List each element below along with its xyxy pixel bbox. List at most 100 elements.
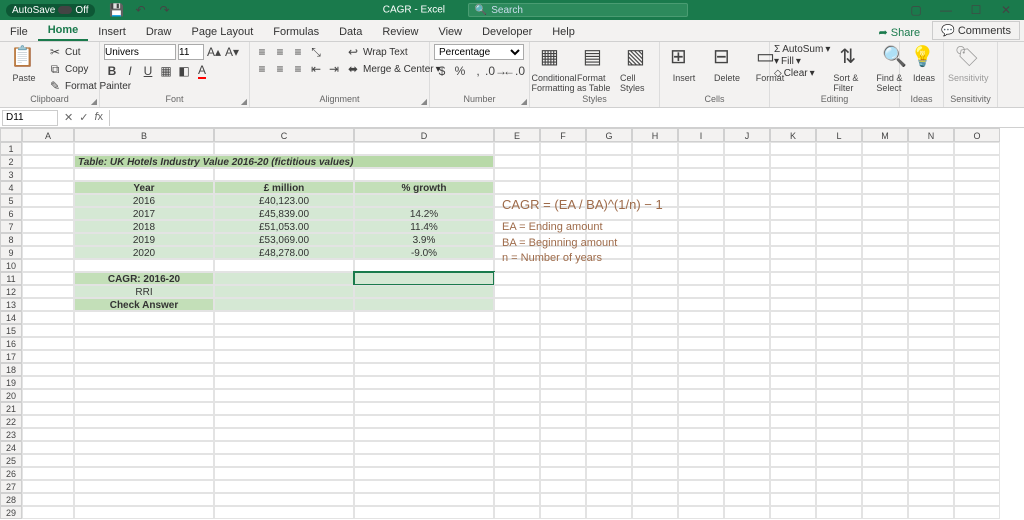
- cell[interactable]: [908, 324, 954, 337]
- cell[interactable]: 14.2%: [354, 207, 494, 220]
- cell[interactable]: [22, 402, 74, 415]
- cell[interactable]: [354, 168, 494, 181]
- cell[interactable]: [494, 181, 540, 194]
- cell[interactable]: [816, 220, 862, 233]
- cell[interactable]: [770, 402, 816, 415]
- sort-filter-button[interactable]: ⇅Sort & Filter: [833, 44, 873, 93]
- ideas-button[interactable]: 💡Ideas: [904, 44, 944, 83]
- cell[interactable]: [74, 259, 214, 272]
- cell[interactable]: [354, 350, 494, 363]
- cell[interactable]: [862, 181, 908, 194]
- cell[interactable]: [816, 428, 862, 441]
- cell[interactable]: [816, 506, 862, 519]
- cell[interactable]: [540, 337, 586, 350]
- cell[interactable]: [724, 467, 770, 480]
- cell[interactable]: [354, 454, 494, 467]
- cell[interactable]: [862, 311, 908, 324]
- cell[interactable]: [724, 324, 770, 337]
- cell[interactable]: [954, 207, 1000, 220]
- cell[interactable]: [74, 415, 214, 428]
- row-header[interactable]: 29: [0, 506, 22, 519]
- row-header[interactable]: 23: [0, 428, 22, 441]
- cell[interactable]: [954, 337, 1000, 350]
- cell[interactable]: [354, 402, 494, 415]
- cell[interactable]: [678, 194, 724, 207]
- cell[interactable]: [22, 493, 74, 506]
- name-box[interactable]: [2, 110, 58, 126]
- cell[interactable]: [586, 402, 632, 415]
- cell[interactable]: [354, 389, 494, 402]
- cell[interactable]: [586, 311, 632, 324]
- col-header[interactable]: E: [494, 128, 540, 142]
- cell[interactable]: [954, 142, 1000, 155]
- cell[interactable]: [724, 207, 770, 220]
- cell[interactable]: Year: [74, 181, 214, 194]
- cell[interactable]: [724, 142, 770, 155]
- cell[interactable]: [22, 454, 74, 467]
- cell[interactable]: [494, 493, 540, 506]
- row-header[interactable]: 28: [0, 493, 22, 506]
- cell[interactable]: [770, 454, 816, 467]
- cell[interactable]: [354, 311, 494, 324]
- cell[interactable]: [770, 311, 816, 324]
- cell[interactable]: [632, 467, 678, 480]
- cell[interactable]: [770, 480, 816, 493]
- comments-button[interactable]: 💬Comments: [932, 21, 1020, 40]
- cell[interactable]: [632, 363, 678, 376]
- cell[interactable]: [214, 285, 354, 298]
- dialog-launcher-icon[interactable]: ◢: [421, 97, 427, 106]
- col-header[interactable]: D: [354, 128, 494, 142]
- cell[interactable]: [770, 363, 816, 376]
- cell[interactable]: [954, 324, 1000, 337]
- increase-font-icon[interactable]: A▴: [206, 44, 222, 60]
- cell[interactable]: [22, 467, 74, 480]
- cell[interactable]: [22, 350, 74, 363]
- row-header[interactable]: 5: [0, 194, 22, 207]
- cell[interactable]: [954, 155, 1000, 168]
- row-header[interactable]: 10: [0, 259, 22, 272]
- cell[interactable]: [540, 376, 586, 389]
- cell[interactable]: [22, 207, 74, 220]
- cell[interactable]: [908, 350, 954, 363]
- cell[interactable]: [22, 389, 74, 402]
- redo-icon[interactable]: ↷: [157, 2, 173, 18]
- cell[interactable]: [494, 298, 540, 311]
- cell[interactable]: [862, 324, 908, 337]
- cell[interactable]: 2016: [74, 194, 214, 207]
- row-header[interactable]: 3: [0, 168, 22, 181]
- cell[interactable]: [678, 324, 724, 337]
- cell[interactable]: [632, 402, 678, 415]
- cell[interactable]: [724, 506, 770, 519]
- cell[interactable]: [678, 350, 724, 363]
- cell[interactable]: [816, 363, 862, 376]
- cell[interactable]: [770, 272, 816, 285]
- cell[interactable]: [770, 259, 816, 272]
- share-button[interactable]: ➦Share: [871, 24, 929, 41]
- conditional-formatting-button[interactable]: ▦Conditional Formatting: [534, 44, 574, 93]
- cell[interactable]: [908, 363, 954, 376]
- cell[interactable]: [494, 441, 540, 454]
- cell[interactable]: £ million: [214, 181, 354, 194]
- cell[interactable]: Check Answer: [74, 298, 214, 311]
- cell[interactable]: [908, 467, 954, 480]
- indent-inc-icon[interactable]: ⇥: [326, 61, 342, 77]
- cell[interactable]: [74, 350, 214, 363]
- cell[interactable]: [632, 493, 678, 506]
- cell[interactable]: [214, 142, 354, 155]
- decrease-font-icon[interactable]: A▾: [224, 44, 240, 60]
- cell[interactable]: [354, 493, 494, 506]
- cell[interactable]: Table: UK Hotels Industry Value 2016-20 …: [74, 155, 494, 168]
- cell[interactable]: [632, 142, 678, 155]
- cell[interactable]: [816, 181, 862, 194]
- cell[interactable]: [22, 285, 74, 298]
- cell[interactable]: £53,069.00: [214, 233, 354, 246]
- cell[interactable]: [862, 493, 908, 506]
- increase-decimal-icon[interactable]: .0→: [488, 63, 504, 79]
- cell[interactable]: [724, 168, 770, 181]
- cell[interactable]: 2019: [74, 233, 214, 246]
- cell[interactable]: [632, 285, 678, 298]
- cell[interactable]: [908, 233, 954, 246]
- col-header[interactable]: C: [214, 128, 354, 142]
- cell[interactable]: [540, 272, 586, 285]
- cell[interactable]: [862, 363, 908, 376]
